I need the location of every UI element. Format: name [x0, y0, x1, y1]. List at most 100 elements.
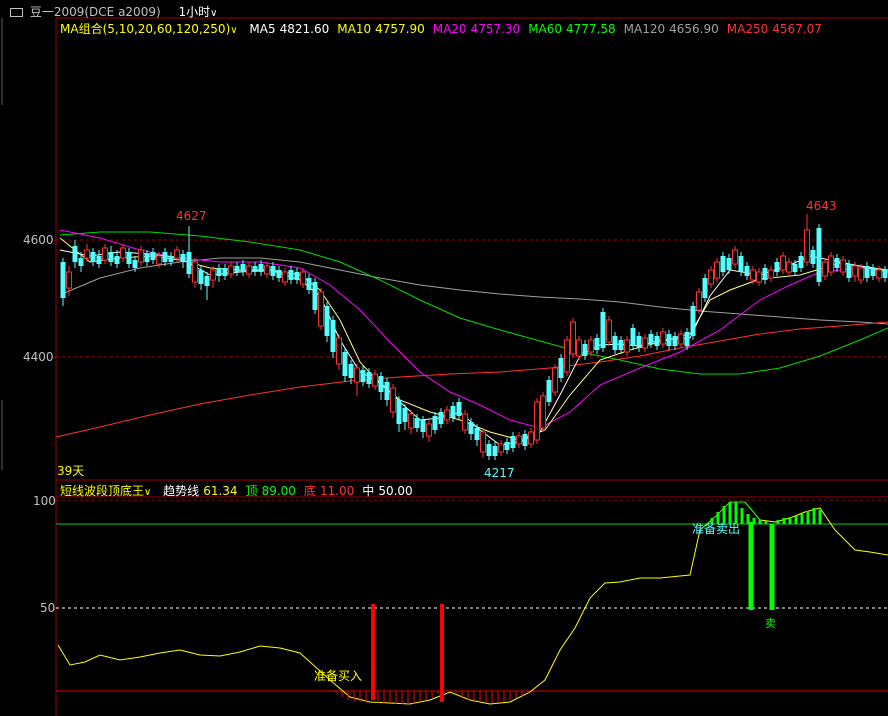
- candle-body: [846, 264, 852, 278]
- candle-body: [720, 256, 726, 272]
- candle-body: [426, 423, 432, 437]
- candle-body: [414, 418, 420, 428]
- candle-body: [276, 270, 282, 278]
- candle-body: [240, 264, 246, 272]
- candle-body: [756, 271, 762, 283]
- candle-body: [732, 249, 738, 265]
- candle-body: [798, 256, 804, 268]
- ma-item-name: MA250: [726, 22, 769, 36]
- ma-item-ma60: MA60 4777.58: [528, 22, 615, 36]
- candle-body: [348, 364, 354, 378]
- ma-combo-selector[interactable]: MA组合(5,10,20,60,120,250)∨: [60, 22, 241, 36]
- ma-item-name: MA120: [623, 22, 666, 36]
- chevron-down-icon: ∨: [210, 8, 218, 19]
- candle-body: [714, 261, 720, 279]
- candle-body: [594, 338, 600, 350]
- candle-body: [810, 250, 816, 264]
- candle-body: [102, 247, 108, 261]
- candle-body: [822, 261, 828, 277]
- indicator-item-0: 趋势线 61.34: [163, 484, 237, 498]
- ma-item-ma20: MA20 4757.30: [433, 22, 520, 36]
- candle-body: [60, 262, 66, 298]
- candle-body: [840, 259, 846, 273]
- period-selector[interactable]: 1小时∨: [178, 5, 217, 19]
- candle-body: [504, 442, 510, 450]
- candle-body: [666, 334, 672, 346]
- candle-body: [144, 254, 150, 262]
- candle-body: [528, 431, 534, 445]
- candle-body: [690, 306, 696, 336]
- candle-body: [234, 266, 240, 272]
- high-marker-left: 4627: [176, 209, 207, 223]
- candle-body: [648, 334, 654, 344]
- candle-body: [444, 409, 450, 421]
- chart-canvas[interactable]: [0, 0, 888, 716]
- candle-body: [558, 358, 564, 378]
- ma-item-value: 4757.90: [375, 22, 425, 36]
- ma-item-value: 4656.90: [669, 22, 719, 36]
- candle-body: [468, 422, 474, 434]
- candle-body: [120, 247, 126, 259]
- candle-body: [618, 340, 624, 350]
- indicator-item-label: 趋势线: [163, 484, 200, 498]
- candle-body: [342, 352, 348, 376]
- ma-item-name: MA20: [432, 22, 467, 36]
- candle-body: [696, 291, 702, 311]
- candle-body: [300, 271, 306, 285]
- candle-body: [462, 413, 468, 431]
- candle-body: [78, 258, 84, 266]
- candle-body: [396, 400, 402, 424]
- indicator-item-value: 50.00: [378, 484, 413, 498]
- candle-body: [270, 266, 276, 276]
- indicator-selector[interactable]: 短线波段顶底王∨: [60, 484, 155, 498]
- candle-body: [126, 252, 132, 264]
- indicator-item-value: 61.34: [203, 484, 238, 498]
- candle-body: [516, 435, 522, 445]
- candle-body: [108, 252, 114, 262]
- ma-item-ma10: MA10 4757.90: [337, 22, 424, 36]
- ma-item-ma250: MA250 4567.07: [727, 22, 822, 36]
- candle-body: [774, 262, 780, 272]
- candle-body: [474, 428, 480, 440]
- candle-body: [264, 265, 270, 275]
- candle-body: [678, 333, 684, 345]
- candle-body: [570, 321, 576, 355]
- candle-body: [432, 416, 438, 430]
- candle-body: [552, 367, 558, 393]
- candle-body: [222, 268, 228, 276]
- candle-body: [660, 331, 666, 345]
- ma-item-value: 4821.60: [279, 22, 330, 36]
- candle-body: [672, 336, 678, 346]
- candle-body: [228, 265, 234, 275]
- candle-body: [438, 412, 444, 424]
- candle-body: [390, 387, 396, 413]
- candle-body: [564, 339, 570, 373]
- buy-signal-label: 准备买入: [314, 669, 363, 683]
- candle-body: [162, 252, 168, 262]
- candle-body: [534, 401, 540, 441]
- candle-body: [522, 434, 528, 446]
- candle-body: [858, 267, 864, 281]
- candle-body: [750, 269, 756, 281]
- sell-signal-label: 准备卖出: [692, 522, 741, 536]
- candle-body: [180, 254, 186, 262]
- candle-body: [294, 272, 300, 280]
- candle-body: [816, 228, 822, 282]
- ma-item-name: MA10: [337, 22, 372, 36]
- candle-body: [420, 420, 426, 432]
- indicator-label-100: 100: [33, 494, 56, 508]
- window-icon[interactable]: [10, 8, 23, 17]
- candle-body: [156, 255, 162, 265]
- indicator-item-label: 顶: [245, 484, 258, 498]
- candle-body: [402, 408, 408, 422]
- candle-body: [642, 337, 648, 349]
- candle-body: [480, 431, 486, 453]
- candle-body: [510, 436, 516, 448]
- candle-body: [90, 252, 96, 262]
- candle-body: [726, 258, 732, 270]
- ma60-line: [59, 231, 888, 375]
- candle-body: [540, 395, 546, 429]
- symbol-title: 豆一2009(DCE a2009): [29, 5, 161, 19]
- candle-body: [204, 276, 210, 286]
- candle-body: [792, 264, 798, 272]
